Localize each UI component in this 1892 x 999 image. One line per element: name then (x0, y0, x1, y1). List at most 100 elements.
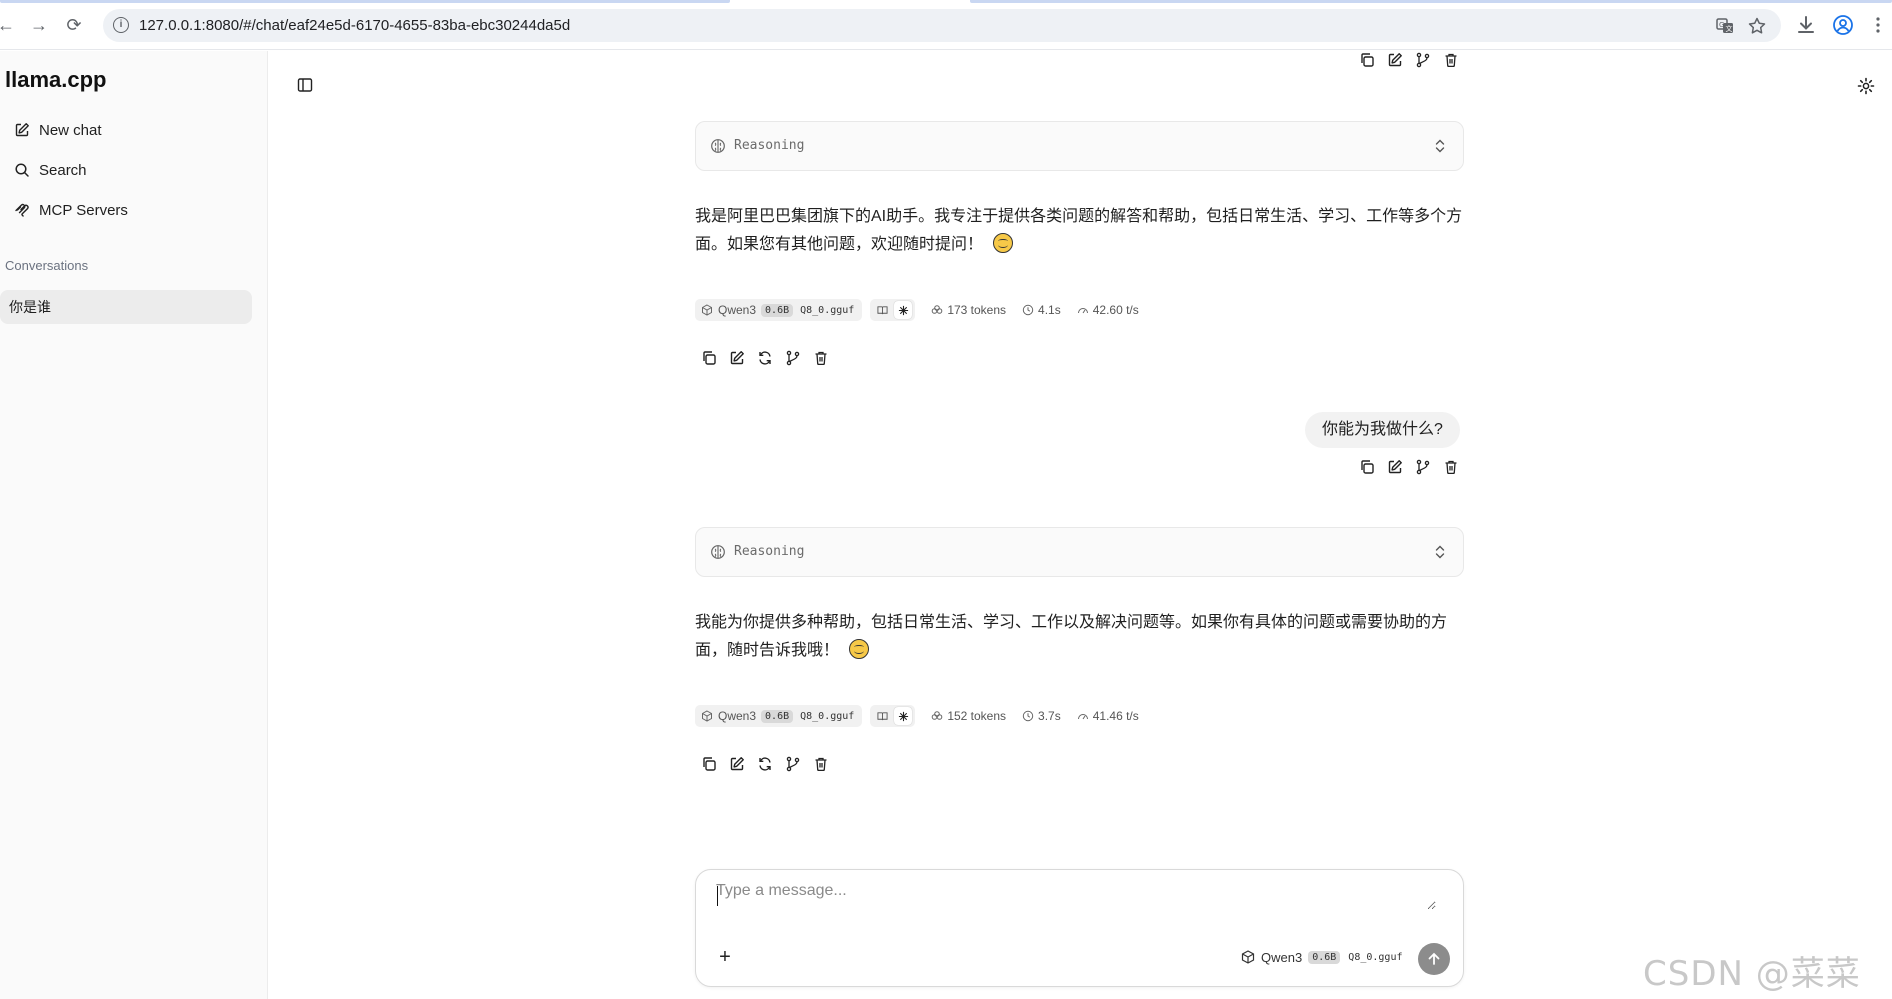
cube-icon (702, 304, 712, 316)
assistant-message-text: 我能为你提供多种帮助，包括日常生活、学习、工作以及解决问题等。如果你有具体的问题… (695, 609, 1467, 665)
site-info-icon[interactable]: i (113, 17, 129, 33)
branch-icon[interactable] (1415, 459, 1431, 475)
edit-icon[interactable] (729, 350, 745, 366)
clock-icon (1022, 710, 1034, 722)
cube-icon (702, 710, 712, 722)
generation-speed: 41.46 t/s (1077, 709, 1139, 723)
sidebar-item-mcp-servers[interactable]: MCP Servers (6, 194, 252, 226)
add-attachment-button[interactable]: + (710, 943, 740, 973)
sidebar-item-label: Search (39, 161, 87, 179)
generation-time: 4.1s (1022, 303, 1061, 317)
assistant-message-actions (701, 756, 829, 772)
trash-icon[interactable] (813, 350, 829, 366)
tab-indicator (0, 0, 730, 3)
message-stats: Qwen3 0.6B Q8_0.gguf 152 tokens 3.7s 41.… (695, 705, 1139, 727)
model-quant: Q8_0.gguf (800, 304, 855, 316)
clock-icon (1022, 304, 1034, 316)
speed-value: 41.46 t/s (1092, 709, 1139, 723)
message-input[interactable] (716, 882, 1436, 910)
raw-view-toggle[interactable] (873, 301, 891, 319)
edit-icon[interactable] (729, 756, 745, 772)
copy-icon[interactable] (1359, 52, 1375, 68)
sparkle-view-toggle[interactable] (894, 301, 913, 319)
toggle-sidebar-icon[interactable] (297, 77, 313, 93)
edit-icon[interactable] (1387, 459, 1403, 475)
copy-icon[interactable] (1359, 459, 1375, 475)
gauge-icon (1077, 308, 1088, 314)
svg-text:G: G (1719, 21, 1724, 29)
reasoning-panel[interactable]: Reasoning (695, 121, 1464, 171)
model-name: Qwen3 (1261, 949, 1303, 965)
model-size-badge: 0.6B (761, 303, 794, 317)
smile-emoji-icon (849, 639, 870, 659)
text-caret (717, 886, 718, 906)
model-size-badge: 0.6B (1308, 950, 1341, 964)
assistant-message-text: 我是阿里巴巴集团旗下的AI助手。我专注于提供各类问题的解答和帮助，包括日常生活、… (695, 203, 1467, 259)
regenerate-icon[interactable] (757, 350, 773, 366)
generation-time: 3.7s (1022, 709, 1061, 723)
model-chip[interactable]: Qwen3 0.6B Q8_0.gguf (695, 299, 863, 321)
address-bar[interactable]: i 127.0.0.1:8080/#/chat/eaf24e5d-6170-46… (103, 9, 1781, 42)
time-value: 4.1s (1038, 303, 1061, 317)
user-message-actions (1359, 459, 1459, 475)
view-toggle[interactable] (870, 299, 916, 321)
sidebar-item-search[interactable]: Search (6, 154, 252, 186)
regenerate-icon[interactable] (757, 756, 773, 772)
settings-gear-icon[interactable] (1857, 77, 1875, 95)
browser-tab-strip (0, 0, 1892, 3)
model-quant: Q8_0.gguf (1348, 951, 1403, 963)
mcp-icon (15, 203, 29, 217)
book-icon (877, 711, 888, 720)
back-icon[interactable]: ← (0, 13, 18, 37)
chevron-updown-icon[interactable] (1433, 544, 1447, 560)
smile-emoji-icon (993, 233, 1014, 253)
brain-icon (711, 545, 725, 559)
trash-icon[interactable] (1443, 52, 1459, 68)
view-toggle[interactable] (870, 705, 916, 727)
sparkle-icon (898, 305, 908, 315)
reload-icon[interactable]: ⟳ (62, 13, 86, 37)
model-selector[interactable]: Qwen3 0.6B Q8_0.gguf (1235, 945, 1410, 969)
brain-icon (711, 139, 725, 153)
model-quant: Q8_0.gguf (800, 710, 855, 722)
sparkle-icon (898, 711, 908, 721)
edit-icon[interactable] (1387, 52, 1403, 68)
trash-icon[interactable] (813, 756, 829, 772)
sparkle-view-toggle[interactable] (894, 707, 913, 725)
model-name: Qwen3 (718, 303, 757, 317)
tokens-value: 173 tokens (947, 303, 1007, 317)
gauge-icon (1077, 714, 1088, 720)
copy-icon[interactable] (701, 756, 717, 772)
model-chip[interactable]: Qwen3 0.6B Q8_0.gguf (695, 705, 863, 727)
menu-dots-icon[interactable] (1867, 14, 1889, 36)
profile-icon[interactable] (1832, 14, 1854, 36)
forward-icon[interactable]: → (27, 13, 51, 37)
tab-indicator (970, 0, 1892, 3)
translate-icon[interactable]: 文G (1715, 16, 1735, 36)
url-text[interactable]: 127.0.0.1:8080/#/chat/eaf24e5d-6170-4655… (139, 17, 570, 34)
app-brand[interactable]: llama.cpp (5, 67, 106, 93)
token-count: 152 tokens (931, 709, 1006, 723)
send-button[interactable] (1418, 943, 1450, 975)
branch-icon[interactable] (785, 756, 801, 772)
raw-view-toggle[interactable] (873, 707, 891, 725)
model-size-badge: 0.6B (761, 709, 794, 723)
sidebar-item-new-chat[interactable]: New chat (6, 114, 252, 146)
copy-icon[interactable] (701, 350, 717, 366)
download-icon[interactable] (1795, 14, 1817, 36)
reasoning-panel[interactable]: Reasoning (695, 527, 1464, 577)
assistant-message-body: 我能为你提供多种帮助，包括日常生活、学习、工作以及解决问题等。如果你有具体的问题… (695, 614, 1448, 659)
trash-icon[interactable] (1443, 459, 1459, 475)
tokens-icon (932, 305, 943, 314)
token-count: 173 tokens (931, 303, 1006, 317)
branch-icon[interactable] (1415, 52, 1431, 68)
generation-speed: 42.60 t/s (1077, 303, 1139, 317)
message-stats: Qwen3 0.6B Q8_0.gguf 173 tokens 4.1s 42.… (695, 299, 1139, 321)
chevron-updown-icon[interactable] (1433, 138, 1447, 154)
watermark: CSDN @菜菜文 (1643, 954, 1861, 994)
conversation-item[interactable]: 你是谁 (0, 290, 252, 324)
bookmark-star-icon[interactable] (1747, 16, 1767, 36)
tokens-value: 152 tokens (947, 709, 1007, 723)
tokens-icon (932, 711, 943, 720)
branch-icon[interactable] (785, 350, 801, 366)
